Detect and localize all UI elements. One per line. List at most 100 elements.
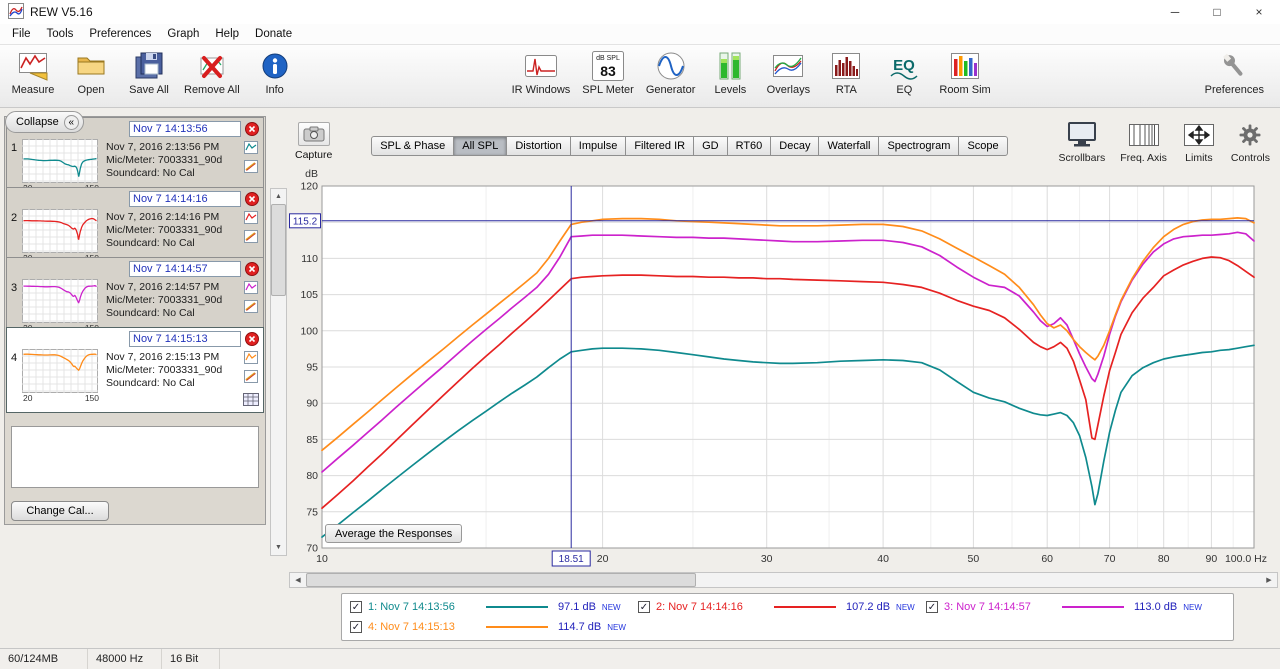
- tool-scrollbars[interactable]: Scrollbars: [1059, 118, 1106, 164]
- legend-label: 3: Nov 7 14:14:57: [944, 601, 1056, 613]
- measurement-datetime: Nov 7, 2016 2:14:57 PM: [106, 281, 244, 294]
- tab-distortion[interactable]: Distortion: [506, 136, 570, 156]
- tab-scope[interactable]: Scope: [958, 136, 1007, 156]
- tool-freq-axis[interactable]: Freq. Axis: [1120, 118, 1167, 164]
- tab-all-spl[interactable]: All SPL: [453, 136, 507, 156]
- levels-icon: [717, 49, 743, 82]
- collapse-button[interactable]: Collapse «: [5, 111, 84, 133]
- y-tick-label: 120: [300, 181, 318, 193]
- meter-icon[interactable]: [243, 393, 259, 409]
- legend-checkbox[interactable]: ✓: [350, 621, 362, 633]
- tab-rt60[interactable]: RT60: [727, 136, 772, 156]
- tab-filtered-ir[interactable]: Filtered IR: [625, 136, 694, 156]
- x-tick-label: 20: [597, 553, 609, 565]
- scroll-down-arrow-icon[interactable]: ▼: [271, 540, 286, 555]
- svg-text:dB SPL: dB SPL: [596, 55, 620, 62]
- menu-graph[interactable]: Graph: [159, 28, 207, 40]
- toolbar-button-levels[interactable]: Levels: [707, 49, 753, 96]
- measurement-thumbnail[interactable]: [22, 139, 98, 183]
- scrollbar-track[interactable]: [271, 204, 286, 540]
- trace-icon[interactable]: [244, 211, 261, 227]
- measurement-name-input[interactable]: [129, 261, 241, 277]
- scrollbar-thumb[interactable]: [306, 573, 696, 587]
- app-icon: [8, 3, 24, 22]
- menu-tools[interactable]: Tools: [39, 28, 82, 40]
- cal-icon[interactable]: [244, 160, 261, 176]
- remove-measurement-icon[interactable]: [245, 122, 259, 136]
- tool-limits[interactable]: Limits: [1182, 118, 1216, 164]
- toolbar-button-room-sim[interactable]: Room Sim: [939, 49, 990, 96]
- legend-value: 97.1 dB: [558, 601, 596, 613]
- measurement-card-4[interactable]: 420150Nov 7, 2016 2:15:13 PMMic/Meter: 7…: [6, 327, 264, 413]
- toolbar-button-save-all[interactable]: Save All: [126, 49, 172, 96]
- measurement-name-input[interactable]: [129, 191, 241, 207]
- measurement-thumbnail[interactable]: [22, 209, 98, 253]
- tab-waterfall[interactable]: Waterfall: [818, 136, 879, 156]
- chart-h-scrollbar[interactable]: ◀ ▶: [289, 572, 1278, 588]
- spl-chart[interactable]: dB70758085909510010511011512010203040506…: [289, 166, 1271, 570]
- toolbar-button-rta[interactable]: RTA: [823, 49, 869, 96]
- scroll-right-arrow-icon[interactable]: ▶: [1261, 573, 1277, 587]
- save-all-label: Save All: [129, 84, 169, 96]
- tab-spl-phase[interactable]: SPL & Phase: [371, 136, 454, 156]
- measurement-number: 2: [11, 209, 22, 263]
- tab-gd[interactable]: GD: [693, 136, 728, 156]
- toolbar-button-info[interactable]: Info: [252, 49, 298, 96]
- toolbar-button-remove-all[interactable]: Remove All: [184, 49, 240, 96]
- menu-file[interactable]: File: [4, 28, 39, 40]
- toolbar-button-spl-meter[interactable]: dB SPL83SPL Meter: [582, 49, 634, 96]
- menu-help[interactable]: Help: [207, 28, 247, 40]
- remove-measurement-icon[interactable]: [245, 332, 259, 346]
- sidebar-scrollbar[interactable]: ▲ ▼: [270, 188, 287, 556]
- toolbar-button-preferences[interactable]: Preferences: [1205, 49, 1264, 96]
- info-icon: [262, 49, 288, 82]
- toolbar-button-eq[interactable]: EQEQ: [881, 49, 927, 96]
- legend-line-sample: [774, 606, 836, 608]
- remove-measurement-icon[interactable]: [245, 262, 259, 276]
- menu-donate[interactable]: Donate: [247, 28, 300, 40]
- notes-box[interactable]: [11, 426, 259, 488]
- legend-new-tag: NEW: [1183, 603, 1202, 612]
- ir-windows-label: IR Windows: [512, 84, 571, 96]
- measurement-name-input[interactable]: [129, 331, 241, 347]
- toolbar-button-open[interactable]: Open: [68, 49, 114, 96]
- toolbar-button-overlays[interactable]: Overlays: [765, 49, 811, 96]
- legend-checkbox[interactable]: ✓: [926, 601, 938, 613]
- maximize-button[interactable]: □: [1196, 0, 1238, 24]
- remove-all-label: Remove All: [184, 84, 240, 96]
- scroll-up-arrow-icon[interactable]: ▲: [271, 189, 286, 204]
- legend-checkbox[interactable]: ✓: [350, 601, 362, 613]
- tab-impulse[interactable]: Impulse: [570, 136, 627, 156]
- cal-icon[interactable]: [244, 300, 261, 316]
- tab-spectrogram[interactable]: Spectrogram: [878, 136, 959, 156]
- average-responses-button[interactable]: Average the Responses: [325, 524, 462, 543]
- cal-icon[interactable]: [244, 230, 261, 246]
- scrollbar-thumb[interactable]: [271, 204, 286, 296]
- trace-icon[interactable]: [244, 351, 261, 367]
- measurement-thumbnail[interactable]: [22, 279, 98, 323]
- remove-measurement-icon[interactable]: [245, 192, 259, 206]
- toolbar-button-measure[interactable]: Measure: [10, 49, 56, 96]
- controls-label: Controls: [1231, 152, 1270, 164]
- measurement-number: 3: [11, 279, 22, 333]
- toolbar-button-generator[interactable]: Generator: [646, 49, 696, 96]
- cal-icon[interactable]: [244, 370, 261, 386]
- svg-text:83: 83: [600, 63, 616, 79]
- tab-decay[interactable]: Decay: [770, 136, 819, 156]
- toolbar-button-ir-windows[interactable]: IR Windows: [512, 49, 571, 96]
- menu-preferences[interactable]: Preferences: [81, 28, 159, 40]
- legend-checkbox[interactable]: ✓: [638, 601, 650, 613]
- scrollbar-track[interactable]: [306, 573, 1261, 587]
- tool-controls[interactable]: Controls: [1231, 118, 1270, 164]
- close-button[interactable]: ×: [1238, 0, 1280, 24]
- capture-button[interactable]: Capture: [295, 122, 332, 161]
- change-cal-button[interactable]: Change Cal...: [11, 501, 109, 521]
- measurement-thumbnail[interactable]: [22, 349, 98, 393]
- measurement-name-input[interactable]: [129, 121, 241, 137]
- trace-icon[interactable]: [244, 281, 261, 297]
- minimize-button[interactable]: ─: [1154, 0, 1196, 24]
- scroll-left-arrow-icon[interactable]: ◀: [290, 573, 306, 587]
- y-tick-label: 85: [306, 434, 318, 446]
- trace-icon[interactable]: [244, 141, 261, 157]
- scrollbars-label: Scrollbars: [1059, 152, 1106, 164]
